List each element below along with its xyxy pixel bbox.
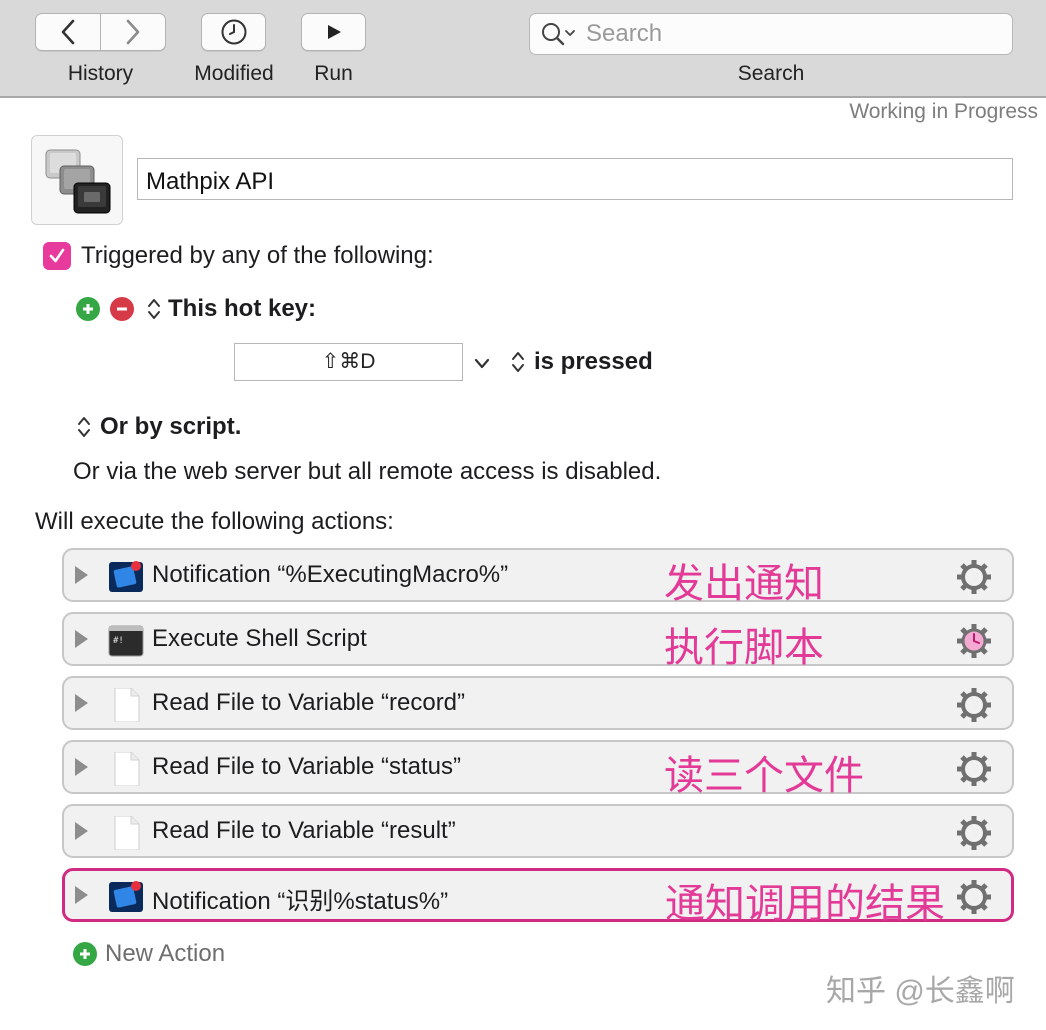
chevron-left-icon bbox=[61, 19, 75, 45]
history-label: History bbox=[67, 62, 134, 85]
action-row[interactable]: Notification “%ExecutingMacro%” 发出通知 bbox=[62, 548, 1014, 606]
svg-text:#!: #! bbox=[113, 636, 124, 646]
search-label: Search bbox=[737, 62, 805, 85]
gear-icon[interactable] bbox=[954, 877, 994, 917]
trigger-enabled-checkbox[interactable] bbox=[43, 242, 71, 270]
macro-name-field[interactable]: Mathpix API bbox=[137, 158, 1013, 200]
plus-icon bbox=[80, 949, 90, 959]
play-icon bbox=[327, 25, 341, 39]
add-trigger-button[interactable] bbox=[76, 297, 100, 321]
action-row[interactable]: #! Execute Shell Script 执行脚本 bbox=[62, 612, 1014, 670]
notification-icon bbox=[109, 881, 143, 912]
gear-icon[interactable] bbox=[954, 685, 994, 725]
action-annotation: 读三个文件 bbox=[664, 754, 864, 798]
toolbar: History Modified Run Search bbox=[0, 0, 1046, 98]
action-title: Notification “识别%status%” bbox=[152, 888, 449, 915]
forward-button[interactable] bbox=[100, 13, 166, 51]
action-annotation: 发出通知 bbox=[664, 562, 824, 606]
updown-arrows-icon[interactable] bbox=[76, 414, 92, 440]
script-trigger-label: Or by script. bbox=[100, 413, 242, 440]
macro-icon[interactable] bbox=[31, 135, 123, 225]
keyboard-keys-icon bbox=[45, 149, 111, 214]
hotkey-trigger-row: This hot key: bbox=[76, 295, 316, 323]
action-row[interactable]: Read File to Variable “result” bbox=[62, 804, 1014, 858]
back-button[interactable] bbox=[35, 13, 101, 51]
gear-icon[interactable] bbox=[954, 813, 994, 853]
notification-icon bbox=[109, 561, 143, 592]
document-icon bbox=[114, 688, 140, 722]
action-row[interactable]: Read File to Variable “record” bbox=[62, 676, 1014, 730]
new-action-button[interactable]: New Action bbox=[73, 940, 225, 968]
modified-label: Modified bbox=[194, 62, 274, 85]
pressed-label: is pressed bbox=[534, 348, 653, 375]
disclosure-triangle-icon[interactable] bbox=[75, 630, 88, 648]
pressed-row: is pressed bbox=[510, 348, 653, 376]
new-action-label: New Action bbox=[105, 940, 226, 967]
hotkey-field[interactable]: ⇧⌘D bbox=[234, 343, 463, 381]
plus-circle-icon bbox=[73, 942, 97, 966]
terminal-icon: #! bbox=[108, 625, 144, 657]
chevron-down-icon[interactable] bbox=[473, 357, 491, 371]
gear-icon[interactable] bbox=[954, 557, 994, 597]
updown-arrows-icon[interactable] bbox=[146, 296, 162, 322]
action-title: Execute Shell Script bbox=[152, 625, 367, 652]
chevron-right-icon bbox=[126, 19, 140, 45]
disclosure-triangle-icon[interactable] bbox=[75, 694, 88, 712]
web-server-text: Or via the web server but all remote acc… bbox=[73, 458, 662, 485]
minus-icon bbox=[117, 307, 127, 311]
trigger-heading-row: Triggered by any of the following: bbox=[43, 242, 434, 270]
disclosure-triangle-icon[interactable] bbox=[75, 886, 88, 904]
trigger-heading: Triggered by any of the following: bbox=[81, 242, 434, 269]
action-title: Read File to Variable “status” bbox=[152, 753, 462, 780]
action-title: Read File to Variable “result” bbox=[152, 817, 456, 844]
disclosure-triangle-icon[interactable] bbox=[75, 566, 88, 584]
action-title: Read File to Variable “record” bbox=[152, 689, 466, 716]
document-icon bbox=[114, 816, 140, 850]
script-trigger-row: Or by script. bbox=[76, 413, 241, 441]
action-annotation: 通知调用的结果 bbox=[665, 882, 945, 926]
hotkey-trigger-label: This hot key: bbox=[168, 295, 317, 322]
run-button[interactable] bbox=[301, 13, 366, 51]
search-field[interactable] bbox=[529, 13, 1013, 55]
action-title: Notification “%ExecutingMacro%” bbox=[152, 561, 509, 588]
run-label: Run bbox=[314, 62, 353, 85]
search-icon bbox=[542, 23, 575, 46]
search-input[interactable] bbox=[584, 19, 988, 49]
document-icon bbox=[114, 752, 140, 786]
action-row[interactable]: Read File to Variable “status” 读三个文件 bbox=[62, 740, 1014, 798]
status-text: Working in Progress bbox=[849, 100, 1038, 123]
modified-button[interactable] bbox=[201, 13, 266, 51]
updown-arrows-icon[interactable] bbox=[510, 349, 526, 375]
watermark: 知乎 @长鑫啊 bbox=[826, 975, 1015, 1008]
remove-trigger-button[interactable] bbox=[110, 297, 134, 321]
action-annotation: 执行脚本 bbox=[664, 626, 824, 670]
gear-icon[interactable] bbox=[954, 749, 994, 789]
disclosure-triangle-icon[interactable] bbox=[75, 822, 88, 840]
actions-heading: Will execute the following actions: bbox=[35, 508, 394, 535]
gear-clock-icon[interactable] bbox=[954, 621, 994, 661]
checkmark-icon bbox=[49, 248, 65, 263]
clock-icon bbox=[221, 19, 246, 45]
action-row-selected[interactable]: Notification “识别%status%” 通知调用的结果 bbox=[62, 868, 1014, 926]
disclosure-triangle-icon[interactable] bbox=[75, 758, 88, 776]
plus-icon bbox=[83, 304, 93, 314]
